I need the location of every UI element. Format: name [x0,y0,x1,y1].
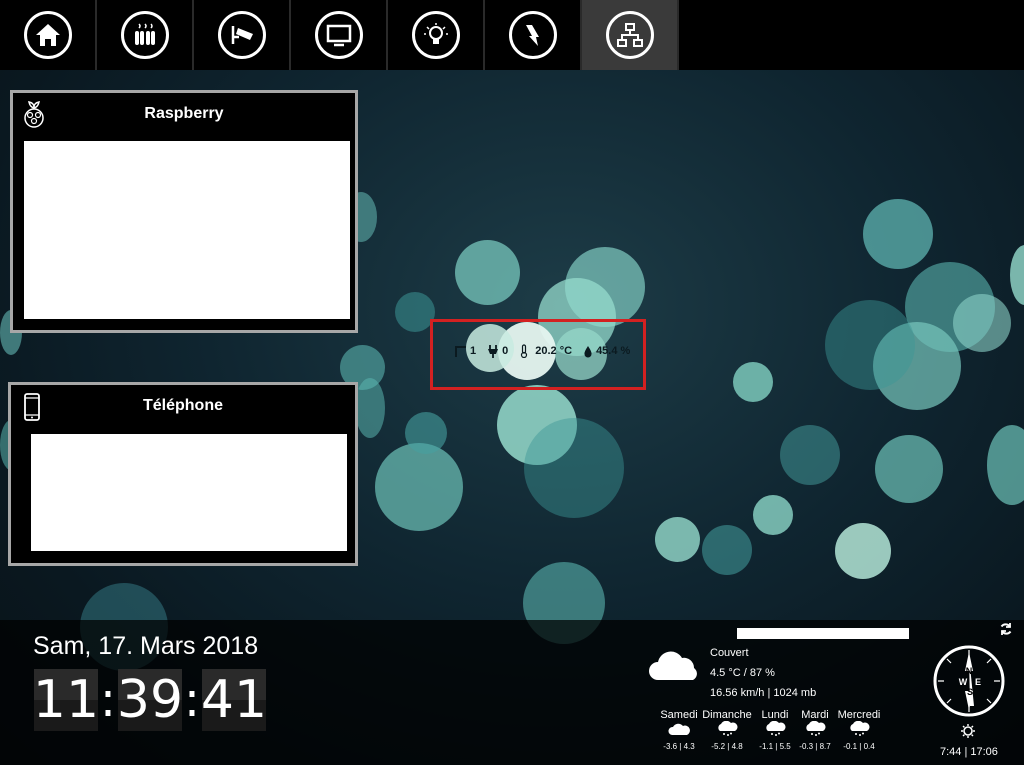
nav-home[interactable] [0,0,97,70]
sensor-strip: 1 0 20.2 °C 45.4 % [455,344,630,358]
lightning-icon [508,11,557,59]
plug-icon [488,345,499,358]
forecast-range: -5.2 | 4.8 [711,742,743,751]
forecast-range: -3.6 | 4.3 [663,742,695,751]
refresh-icon[interactable] [999,622,1013,641]
plug-count: 0 [502,345,509,357]
compass-north: N [966,666,973,676]
compass-south: S [967,687,973,697]
weather-condition: Couvert [710,647,749,659]
snow-cloud-icon [850,720,870,736]
cloud-icon [648,648,702,687]
humidity-sensor[interactable]: 45.4 % [583,345,630,358]
date-display: Sam, 17. Mars 2018 [33,632,259,660]
forecast-range: -1.1 | 5.5 [759,742,791,751]
forecast-day: Lundi -1.1 | 5.5 [757,709,793,751]
weather-location-bar [737,628,909,639]
thermometer-icon [521,344,528,358]
weather-wind-pressure: 16.56 km/h | 1024 mb [710,687,817,699]
forecast-day-label: Lundi [761,709,789,721]
panel-title: Téléphone [142,397,223,414]
panel-title: Raspberry [144,105,224,122]
clock-hours: 11 [32,669,100,731]
temperature-sensor[interactable]: 20.2 °C [519,344,572,358]
forecast-day-label: Mercredi [837,709,881,721]
clock-minutes: 39 [116,669,184,731]
camera-icon [217,11,266,59]
nav-lighting[interactable] [388,0,485,70]
clock: 11 : 39 : 41 [32,669,268,731]
nav-camera[interactable] [194,0,291,70]
window-count: 1 [470,345,477,357]
forecast-day: Mercredi -0.1 | 0.4 [836,709,882,751]
telephone-panel: Téléphone [8,382,358,566]
lightbulb-icon [411,11,460,59]
tv-icon [314,11,363,59]
forecast-day: Mardi -0.3 | 8.7 [797,709,833,751]
snow-cloud-icon [806,720,826,736]
plug-sensor[interactable]: 0 [487,344,508,358]
clock-seconds: 41 [200,669,268,731]
panel-content [24,141,350,319]
forecast-day-label: Dimanche [702,709,752,721]
nav-energy[interactable] [485,0,582,70]
weather-temp-humidity: 4.5 °C / 87 % [710,667,775,679]
top-nav [0,0,1024,70]
snow-cloud-icon [766,720,786,736]
compass-east: E [975,677,981,687]
nav-heating[interactable] [97,0,194,70]
forecast-range: -0.3 | 8.7 [799,742,831,751]
forecast-range: -0.1 | 0.4 [843,742,875,751]
panel-content [31,434,347,551]
forecast-day: Samedi -3.6 | 4.3 [659,709,699,751]
clock-separator: : [183,672,201,728]
snow-cloud-icon [718,720,738,736]
forecast-day: Dimanche -5.2 | 4.8 [701,709,753,751]
droplet-icon [584,345,592,357]
home-icon [23,11,72,59]
humidity-value: 45.4 % [596,345,631,357]
forecast-day-label: Mardi [801,709,829,721]
sunrise-sunset: 7:44 | 17:06 [940,746,998,758]
nav-network[interactable] [582,0,679,70]
window-icon [455,346,466,357]
raspberry-panel: Raspberry [10,90,358,333]
sun-icon [960,723,976,744]
window-sensor[interactable]: 1 [455,345,476,357]
nav-tv[interactable] [291,0,388,70]
radiator-icon [120,11,169,59]
forecast-day-label: Samedi [660,709,698,721]
cloud-icon [668,723,690,735]
network-icon [605,11,654,59]
temperature-value: 20.2 °C [535,345,573,357]
clock-separator: : [99,672,117,728]
compass-west: W [959,677,968,687]
compass: N W E S [932,644,1006,718]
